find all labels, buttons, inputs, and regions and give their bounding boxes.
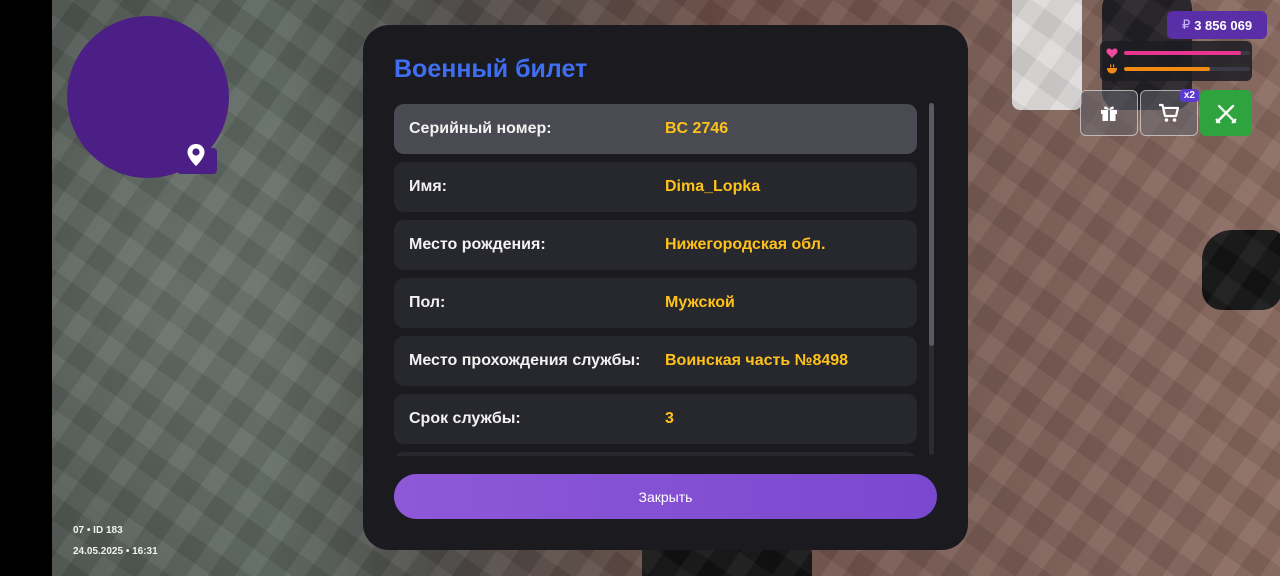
crossed-swords-icon [1215, 104, 1237, 124]
info-row-serial[interactable]: Серийный номер: BC 2746 [394, 104, 917, 154]
player-character [1012, 0, 1082, 110]
money-display: ₽ 3 856 069 [1167, 11, 1267, 39]
list-scrollbar[interactable] [929, 103, 934, 455]
row-value: 3 [665, 410, 674, 427]
hunger-bar-fill [1124, 67, 1210, 71]
row-label: Место рождения: [409, 236, 546, 253]
gift-icon [1101, 106, 1117, 121]
gift-button[interactable] [1080, 90, 1138, 136]
session-info: 07 • ID 183 24.05.2025 • 16:31 [73, 520, 158, 562]
datetime-label: 24.05.2025 • 16:31 [73, 546, 158, 557]
info-row-service-term[interactable]: Срок службы: 3 [394, 394, 917, 444]
player-stats [1100, 41, 1252, 81]
player-character [1202, 230, 1280, 310]
food-bowl-icon [1107, 64, 1117, 74]
location-pin-icon [187, 144, 205, 166]
info-row-partial [394, 452, 917, 456]
row-value: BC 2746 [665, 120, 729, 137]
row-value: Нижегородская обл. [665, 236, 826, 253]
row-label: Срок службы: [409, 410, 521, 427]
row-label: Пол: [409, 294, 446, 311]
shopping-cart-icon [1159, 103, 1180, 122]
multiplier-badge: x2 [1179, 89, 1199, 102]
server-id-label: 07 • ID 183 [73, 525, 123, 536]
row-value: Воинская часть №8498 [665, 352, 849, 369]
info-list: Серийный номер: BC 2746 Имя: Dima_Lopka … [394, 104, 917, 456]
dialog-title: Военный билет [394, 55, 588, 83]
row-label: Серийный номер: [409, 120, 552, 137]
scrollbar-thumb[interactable] [929, 103, 934, 346]
close-button[interactable]: Закрыть [394, 474, 937, 519]
row-label: Место прохождения службы: [409, 352, 641, 369]
info-row-name[interactable]: Имя: Dima_Lopka [394, 162, 917, 212]
row-label: Имя: [409, 178, 447, 195]
info-row-service-place[interactable]: Место прохождения службы: Воинская часть… [394, 336, 917, 386]
info-row-gender[interactable]: Пол: Мужской [394, 278, 917, 328]
row-value: Мужской [665, 294, 735, 311]
health-stat [1106, 46, 1250, 60]
heart-icon [1106, 48, 1118, 58]
military-id-dialog: Военный билет Серийный номер: BC 2746 Им… [363, 25, 968, 550]
row-value: Dima_Lopka [665, 178, 761, 195]
ruble-icon: ₽ [1181, 17, 1191, 32]
hunger-stat [1106, 62, 1250, 76]
hunger-bar [1124, 67, 1250, 71]
weapon-button[interactable] [1200, 90, 1252, 136]
info-row-birthplace[interactable]: Место рождения: Нижегородская обл. [394, 220, 917, 270]
health-bar [1124, 51, 1250, 55]
shop-button[interactable]: x2 [1140, 89, 1199, 136]
health-bar-fill [1124, 51, 1242, 55]
money-amount: 3 856 069 [1194, 17, 1253, 33]
